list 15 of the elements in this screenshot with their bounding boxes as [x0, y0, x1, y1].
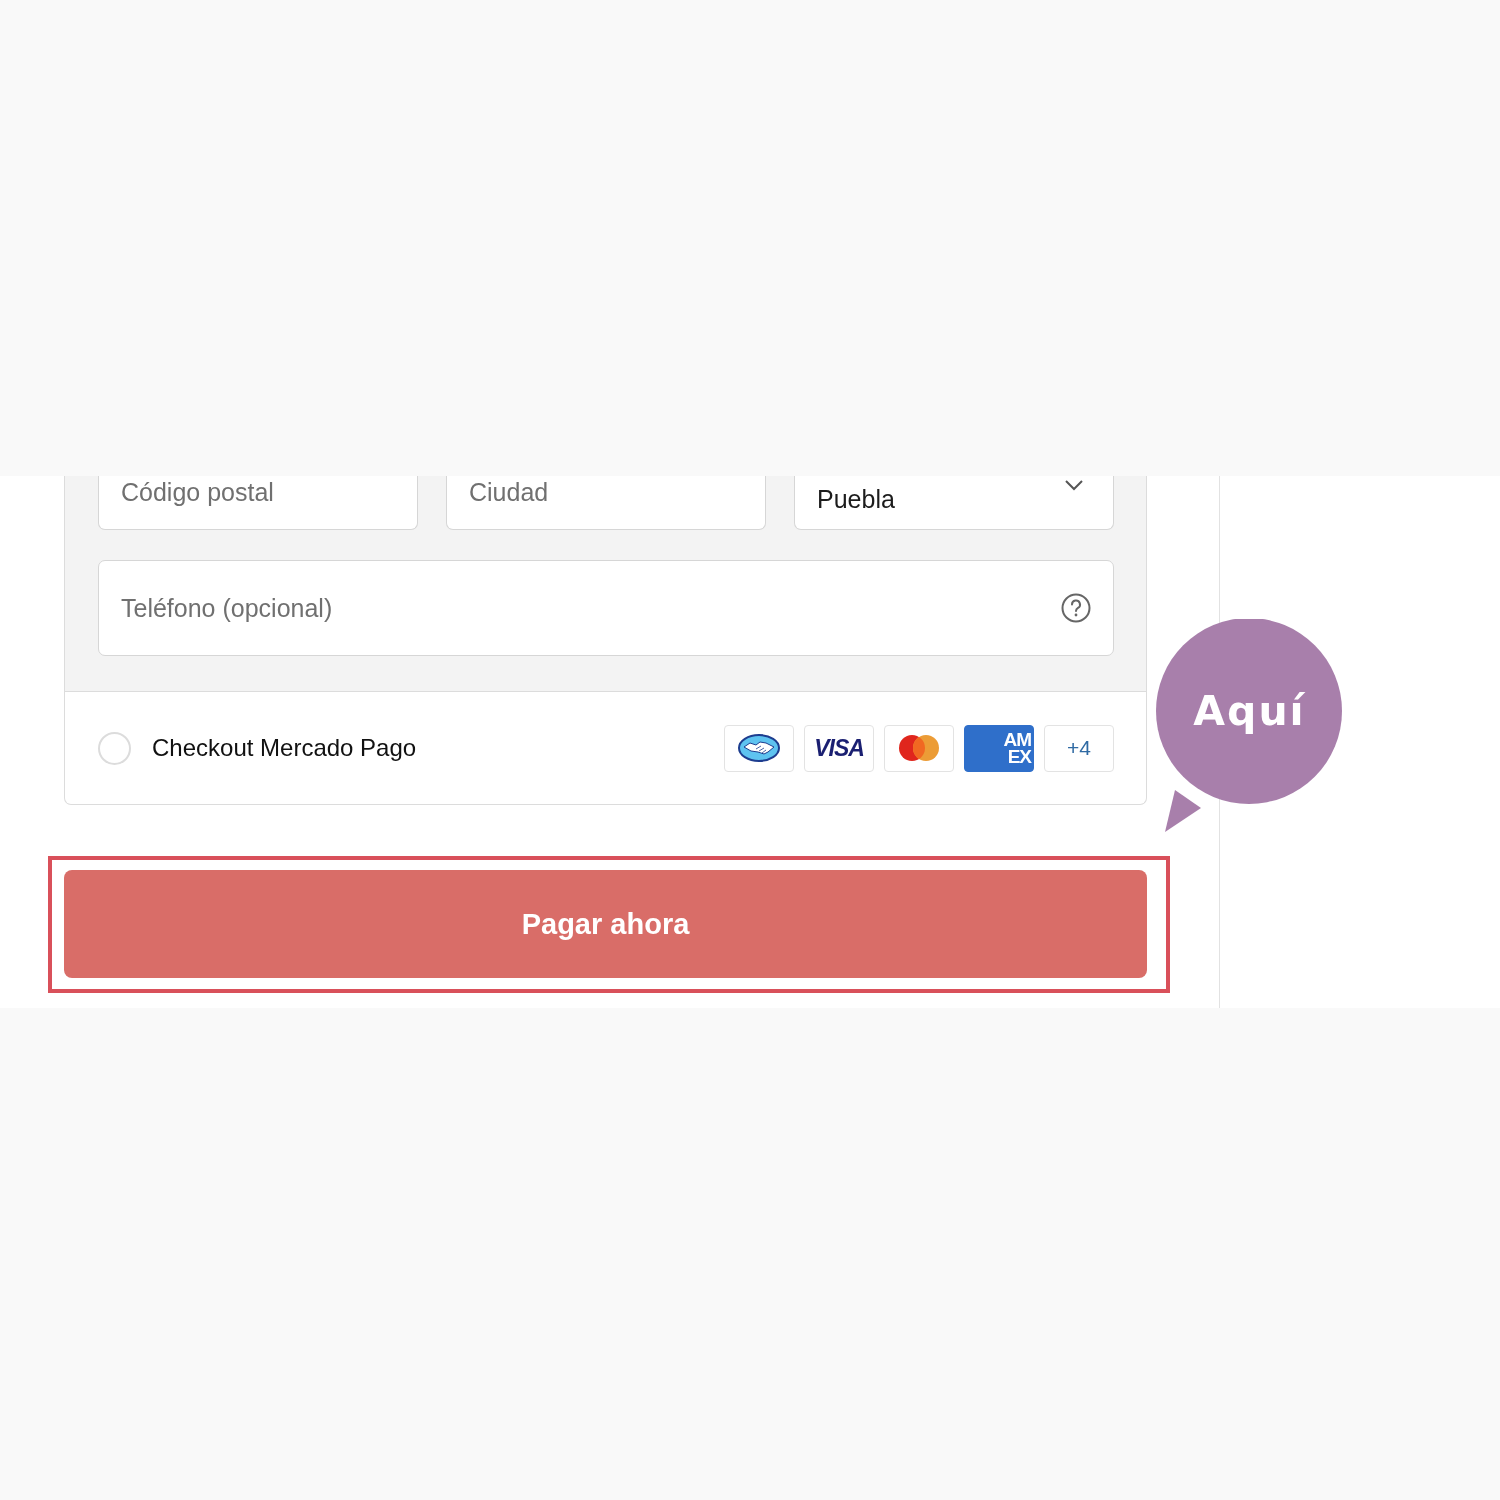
logo-text: AM	[1003, 731, 1031, 748]
phone-input-field[interactable]: Teléfono (opcional)	[98, 560, 1114, 656]
help-icon[interactable]	[1061, 593, 1091, 623]
text-input-field[interactable]: Código postal	[98, 476, 418, 530]
callout-text: Aquí	[1193, 687, 1306, 735]
visa-logo: VISA	[804, 724, 874, 772]
overlapping-circles-icon	[897, 733, 941, 763]
logo-text: EX	[1007, 748, 1031, 765]
chevron-down-icon	[1065, 480, 1083, 491]
text-input-field[interactable]: Ciudad	[446, 476, 766, 530]
radio-button[interactable]	[98, 731, 131, 765]
handshake-icon	[737, 733, 781, 763]
more-methods-count: +4	[1044, 724, 1114, 772]
state-select[interactable]: Puebla	[794, 476, 1114, 530]
payment-option-label: Checkout Mercado Pago	[152, 734, 417, 762]
